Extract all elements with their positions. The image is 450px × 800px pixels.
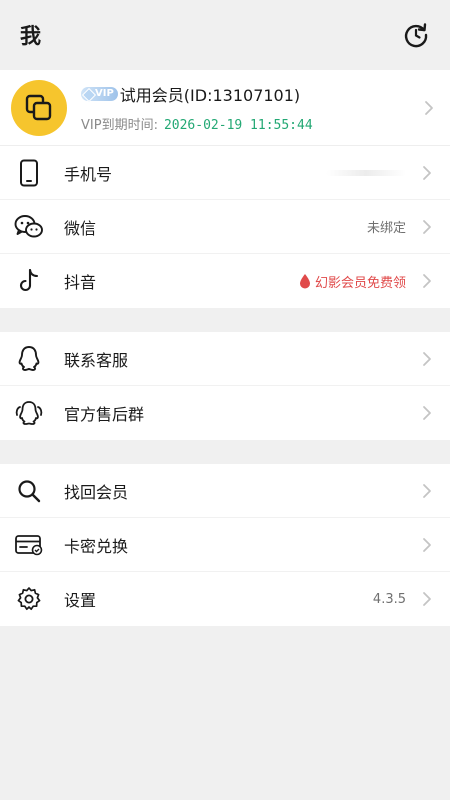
menu-item-label: 抖音 xyxy=(64,273,97,292)
card-icon xyxy=(14,530,44,560)
member-line: VIP 试用会员(ID:13107101) xyxy=(81,82,416,106)
chevron-right-icon xyxy=(425,100,433,115)
chevron-right-icon xyxy=(423,592,431,606)
page-title: 我 xyxy=(20,24,41,48)
refresh-button[interactable] xyxy=(400,19,432,51)
gear-icon xyxy=(14,584,44,614)
douyin-promo: 幻影会员免费领 xyxy=(299,272,406,291)
menu-item-settings[interactable]: 设置 4.3.5 xyxy=(0,572,450,626)
menu-item-recover-membership[interactable]: 找回会员 xyxy=(0,464,450,518)
chevron-right-icon xyxy=(423,483,431,498)
menu-item-label: 手机号 xyxy=(64,164,113,184)
chevron-right-icon xyxy=(423,219,431,234)
menu-item-label: 官方售后群 xyxy=(64,405,145,424)
phone-icon xyxy=(14,158,44,188)
profile-info: VIP 试用会员(ID:13107101) VIP到期时间: 2026-02-19… xyxy=(81,82,416,133)
menu-item-after-sales-group[interactable]: 官方售后群 xyxy=(0,386,450,440)
menu-item-label: 设置 xyxy=(64,591,97,610)
app-version: 4.3.5 xyxy=(372,591,406,607)
qq-group-icon xyxy=(14,398,44,428)
menu-item-wechat[interactable]: 微信 未绑定 xyxy=(0,200,450,254)
expiry-line: VIP到期时间: 2026-02-19 11:55:44 xyxy=(81,114,416,133)
menu-item-customer-service[interactable]: 联系客服 xyxy=(0,332,450,386)
douyin-promo-text: 幻影会员免费领 xyxy=(314,275,406,291)
menu-group-tools: 找回会员 卡密兑换 设置 4.3.5 xyxy=(0,464,450,626)
profile-card[interactable]: VIP 试用会员(ID:13107101) VIP到期时间: 2026-02-19… xyxy=(0,70,450,146)
tiktok-icon xyxy=(14,266,44,296)
expiry-value: 2026-02-19 11:55:44 xyxy=(163,118,313,133)
menu-group-account: 手机号 微信 未绑定 抖音 幻影会员免费领 xyxy=(0,146,450,308)
menu-item-phone[interactable]: 手机号 xyxy=(0,146,450,200)
chevron-right-icon xyxy=(423,406,431,420)
menu-item-douyin[interactable]: 抖音 幻影会员免费领 xyxy=(0,254,450,308)
chevron-right-icon xyxy=(423,165,431,180)
menu-item-label: 卡密兑换 xyxy=(64,536,129,556)
wechat-status: 未绑定 xyxy=(366,221,406,236)
expiry-label: VIP到期时间: xyxy=(81,118,158,133)
qq-icon xyxy=(14,344,44,374)
section-divider xyxy=(0,440,450,464)
member-text: 试用会员(ID:13107101) xyxy=(119,86,301,105)
phone-number-value xyxy=(326,169,406,176)
chevron-right-icon xyxy=(423,351,431,366)
menu-item-card-redeem[interactable]: 卡密兑换 xyxy=(0,518,450,572)
section-divider xyxy=(0,308,450,332)
chevron-right-icon xyxy=(423,537,431,552)
chevron-right-icon xyxy=(423,274,431,288)
menu-group-support: 联系客服 官方售后群 xyxy=(0,332,450,440)
refresh-icon xyxy=(404,23,428,48)
menu-item-label: 找回会员 xyxy=(64,482,129,502)
menu-item-label: 微信 xyxy=(64,218,97,238)
avatar xyxy=(11,79,67,136)
search-icon xyxy=(14,476,44,506)
menu-item-label: 联系客服 xyxy=(64,350,129,370)
wechat-icon xyxy=(14,212,44,242)
top-bar: 我 xyxy=(0,0,450,70)
vip-badge: VIP xyxy=(81,87,118,101)
drop-icon xyxy=(299,274,310,289)
copy-icon xyxy=(25,94,52,120)
